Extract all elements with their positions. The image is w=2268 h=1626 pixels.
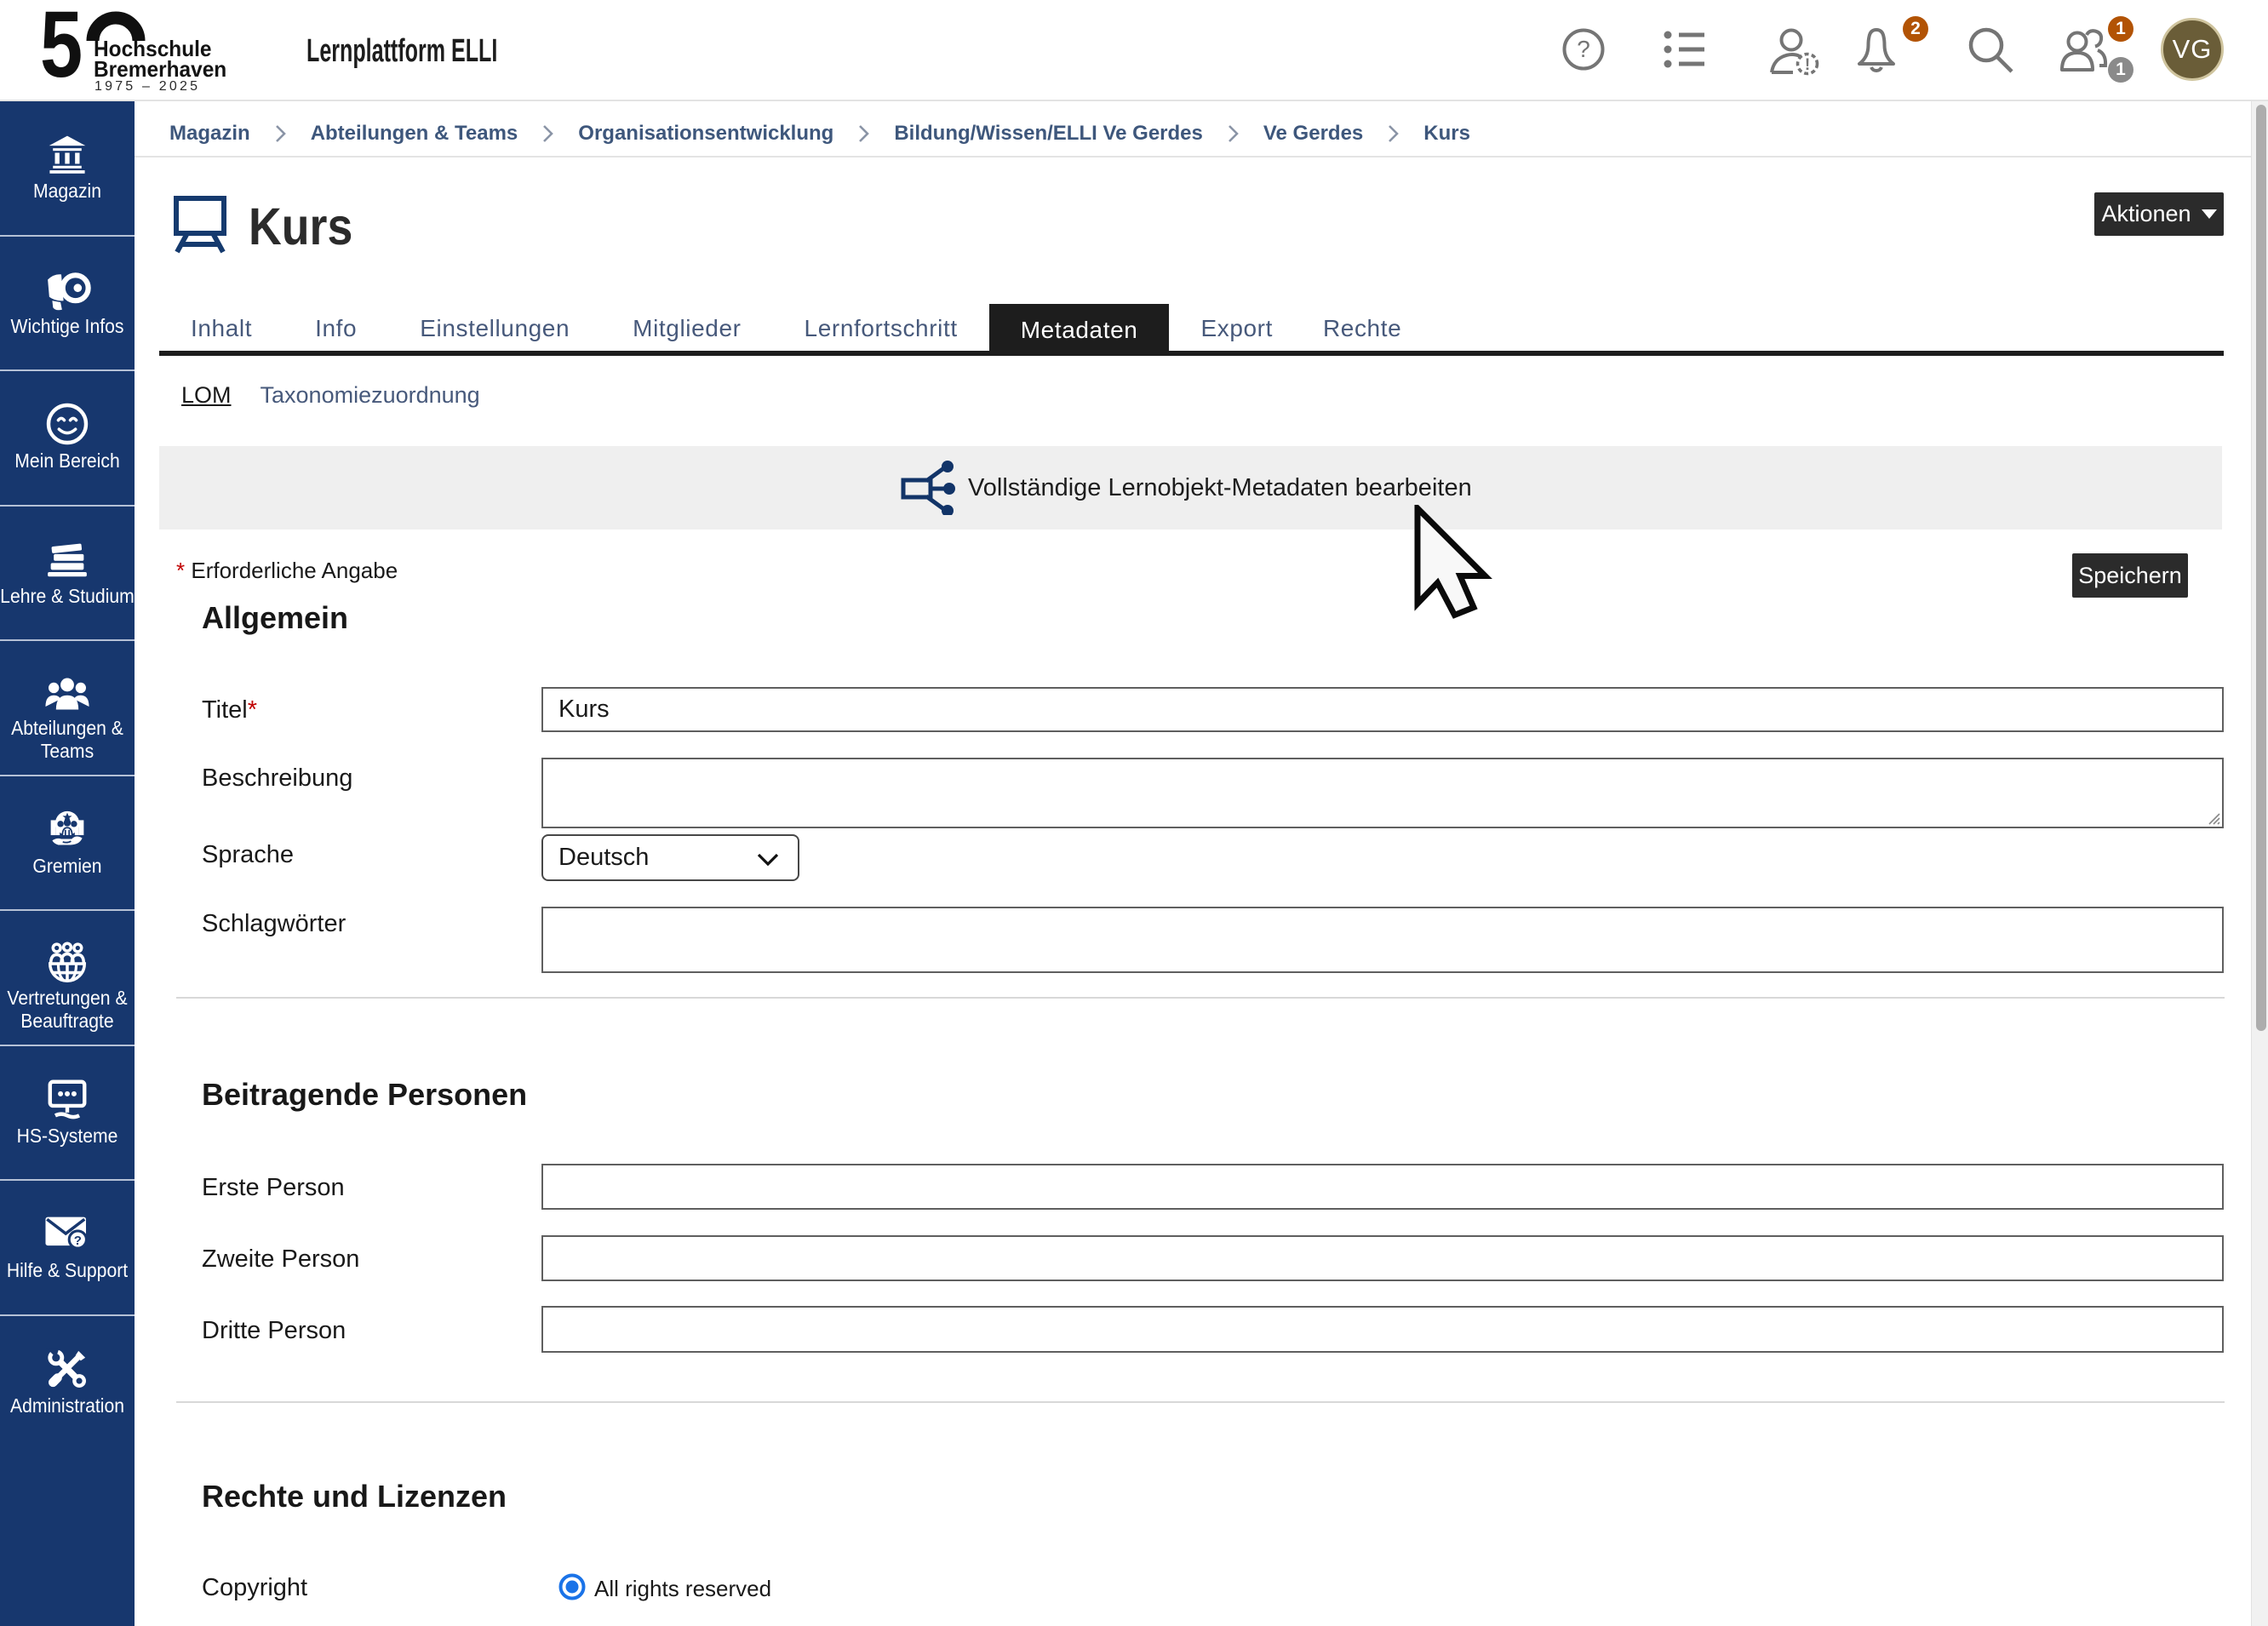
svg-text:?: ?	[1577, 36, 1590, 62]
svg-text:!: !	[1805, 56, 1810, 74]
